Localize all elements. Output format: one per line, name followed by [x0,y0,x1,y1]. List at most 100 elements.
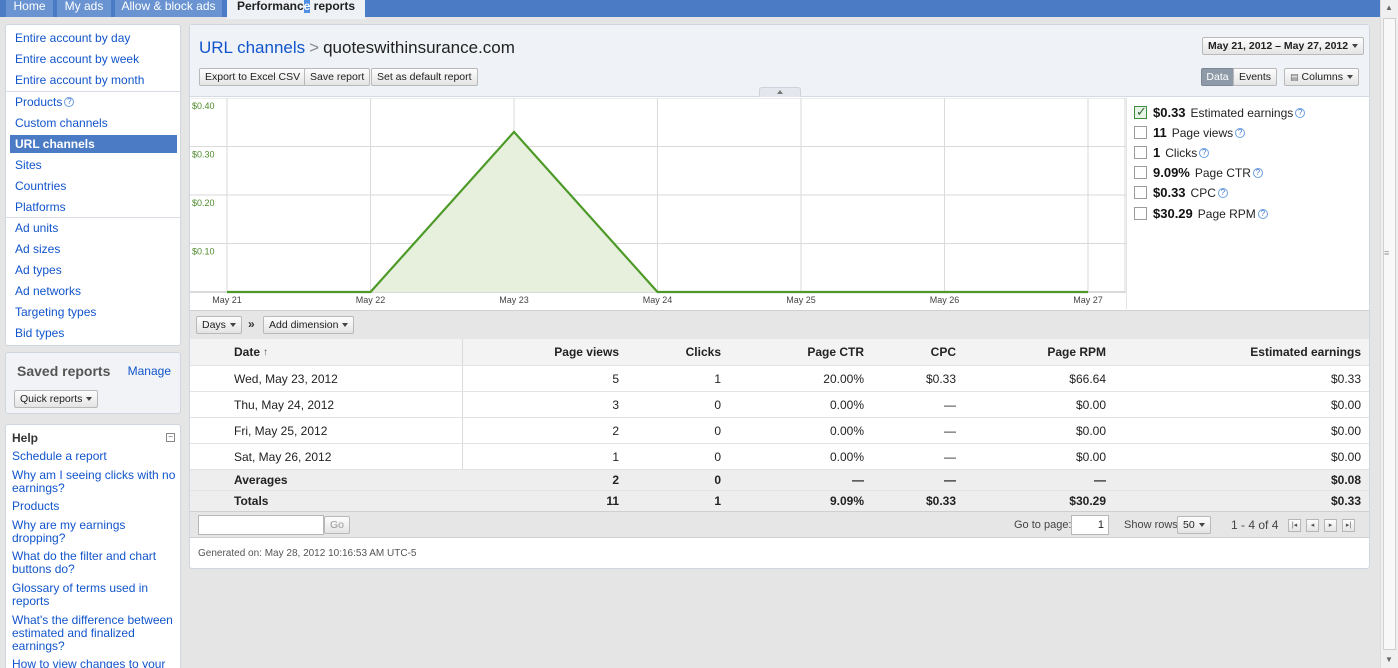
help-icon[interactable]: ? [1235,128,1246,138]
add-dimension-button[interactable]: Add dimension [263,316,355,334]
rows-per-page-value: 50 [1183,519,1195,531]
page-title: quoteswithinsurance.com [323,38,515,57]
help-icon[interactable]: ? [1199,148,1210,158]
days-dropdown[interactable]: Days [196,316,242,334]
sidebar-item-countries[interactable]: Countries [10,177,177,195]
cell-cpc: — [944,423,956,438]
cell-page-views: 11 [606,494,619,508]
help-icon[interactable]: ? [64,97,75,107]
metric-clicks[interactable]: 1 Clicks? [1134,145,1210,161]
metric-checkbox[interactable] [1134,207,1147,220]
sidebar-item-platforms[interactable]: Platforms [10,198,177,216]
saved-reports-title: Saved reports [17,363,111,379]
sidebar-item-entire-account-by-day[interactable]: Entire account by day [10,29,177,47]
go-button[interactable]: Go [324,516,351,534]
help-link[interactable]: Why am I seeing clicks with no earnings? [12,469,177,495]
collapse-chart-handle[interactable] [759,87,801,97]
scrollbar-thumb[interactable] [1383,18,1396,650]
breadcrumb-parent[interactable]: URL channels [199,38,305,57]
tab-label-part: reports [310,0,356,13]
sidebar-item-ad-sizes[interactable]: Ad sizes [10,240,177,258]
quick-reports-button[interactable]: Quick reports [14,390,99,408]
tab-home[interactable]: Home [6,0,53,17]
cell-date: Averages [234,473,288,487]
date-range-picker[interactable]: May 21, 2012 – May 27, 2012 [1202,37,1365,55]
tab-performance-reports[interactable]: Performance reports [227,0,365,19]
sidebar-item-custom-channels[interactable]: Custom channels [10,114,177,132]
sidebar-item-targeting-types[interactable]: Targeting types [10,303,177,321]
column-header-page-views[interactable]: Page views [490,339,619,365]
column-header-cpc[interactable]: CPC [880,339,956,365]
chart-area: $0.40 $0.30 $0.20 $0.10 May 21 May 22 May 23 Ma… [190,97,1126,309]
metric-cpc[interactable]: $0.33 CPC? [1134,185,1228,201]
column-header-page-ctr[interactable]: Page CTR [750,339,864,365]
metric-value: $0.33 [1153,185,1186,200]
page-number-input[interactable]: 1 [1071,515,1109,535]
sidebar-item-sites[interactable]: Sites [10,156,177,174]
sidebar-item-label: Products [15,95,63,109]
filter-input[interactable] [198,515,324,535]
column-header-date[interactable]: Date ↑ [234,339,434,365]
sidebar-item-ad-types[interactable]: Ad types [10,261,177,279]
metric-estimated-earnings[interactable]: $0.33 Estimated earnings? [1134,104,1306,121]
help-icon[interactable]: ? [1252,168,1263,178]
metric-page-ctr[interactable]: 9.09% Page CTR? [1134,165,1263,181]
cell-clicks: 0 [714,397,721,412]
metric-checkbox[interactable] [1134,104,1147,120]
help-link[interactable]: How to view changes to your [12,658,177,668]
sidebar-item-bid-types[interactable]: Bid types [10,324,177,342]
sidebar-item-ad-units[interactable]: Ad units [10,219,177,237]
metric-checkbox[interactable] [1134,126,1147,139]
collapse-icon[interactable]: − [166,433,175,442]
save-report-button[interactable]: Save report [304,68,371,86]
earnings-chart: $0.40 $0.30 $0.20 $0.10 May 21 May 22 May 23 Ma… [190,97,1126,305]
last-page-icon[interactable]: ▸| [1342,519,1355,532]
sidebar-item-entire-account-by-week[interactable]: Entire account by week [10,50,177,68]
help-link[interactable]: Products [12,500,177,513]
first-page-icon[interactable]: |◂ [1288,519,1301,532]
manage-link[interactable]: Manage [128,364,171,378]
help-icon[interactable]: ? [1295,108,1306,118]
prev-page-icon[interactable]: ◂ [1306,519,1319,532]
metric-value: 9.09% [1153,165,1190,180]
sidebar-item-products[interactable]: Products? [10,93,177,111]
next-page-icon[interactable]: ▸ [1324,519,1337,532]
help-link[interactable]: What's the difference between estimated … [12,614,177,653]
export-csv-button[interactable]: Export to Excel CSV [199,68,307,86]
events-view-button[interactable]: Events [1233,68,1277,86]
help-link[interactable]: Glossary of terms used in reports [12,582,177,608]
sidebar-item-entire-account-by-month[interactable]: Entire account by month [10,71,177,89]
cell-cpc: — [944,473,956,487]
column-header-estimated-earnings[interactable]: Estimated earnings [1140,339,1361,365]
chevron-down-icon [342,323,349,327]
y-tick-label: $0.20 [192,198,215,208]
help-icon[interactable]: ? [1217,188,1228,198]
help-icon[interactable]: ? [1257,209,1268,219]
metric-page-rpm[interactable]: $30.29 Page RPM? [1134,206,1268,222]
table-row: Wed, May 23, 2012 5 1 20.00% $0.33 $66.64 $0.3… [190,366,1369,392]
metric-page-views[interactable]: 11 Page views? [1134,125,1246,141]
rows-per-page-select[interactable]: 50 [1177,516,1211,534]
sidebar-item-url-channels[interactable]: URL channels [10,135,177,153]
scroll-up-icon[interactable]: ▲ [1385,3,1393,12]
metric-checkbox[interactable] [1134,186,1147,199]
data-view-button[interactable]: Data [1201,68,1234,86]
help-link[interactable]: Schedule a report [12,450,177,463]
sidebar-item-ad-networks[interactable]: Ad networks [10,282,177,300]
help-title: Help [12,431,39,445]
x-tick-label: May 22 [356,295,386,305]
columns-button[interactable]: ▤ Columns [1284,68,1359,86]
tab-my-ads[interactable]: My ads [57,0,111,17]
page-scrollbar[interactable]: ▲ ≡ ▼ [1380,0,1398,668]
cell-cpc: $0.33 [925,371,956,386]
column-header-page-rpm[interactable]: Page RPM [970,339,1106,365]
column-header-clicks[interactable]: Clicks [630,339,721,365]
set-default-report-button[interactable]: Set as default report [371,68,478,86]
help-link[interactable]: Why are my earnings dropping? [12,519,177,545]
tab-allow-block-ads[interactable]: Allow & block ads [115,0,222,17]
metric-checkbox[interactable] [1134,166,1147,179]
metric-checkbox[interactable] [1134,146,1147,159]
scroll-down-icon[interactable]: ▼ [1385,655,1393,664]
top-nav: Home My ads Allow & block ads Performanc… [0,0,1380,19]
help-link[interactable]: What do the filter and chart buttons do? [12,550,177,576]
